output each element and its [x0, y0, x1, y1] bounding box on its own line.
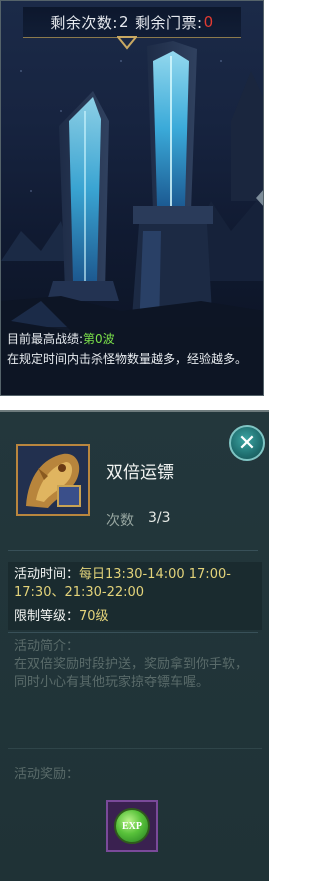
best-record-line: 目前最高战绩:第0波: [7, 331, 257, 347]
attempts-header: 剩余次数: 2 剩余门票: 0: [23, 7, 241, 38]
divider: [8, 550, 258, 551]
activity-title: 双倍运镖: [106, 463, 174, 483]
reward-label: 活动奖励：: [14, 767, 80, 782]
divider: [8, 748, 262, 749]
exp-icon: EXP: [114, 808, 150, 844]
best-record-value: 第0波: [83, 332, 115, 346]
time-label: 活动时间：: [14, 567, 80, 582]
escort-activity-icon: [16, 444, 90, 516]
level-label: 限制等级：: [14, 609, 80, 624]
count-label: 次数: [106, 513, 134, 529]
exp-icon-label: EXP: [122, 820, 142, 832]
intro-text: 在双倍奖励时段护送，奖励拿到你手软，同时小心有其他玩家掠夺镖车喔。: [14, 657, 249, 690]
dragon-artwork: [18, 446, 88, 514]
close-icon: ✕: [237, 430, 257, 456]
count-value: 3/3: [148, 510, 171, 526]
record-info: 目前最高战绩:第0波 在规定时间内击杀怪物数量越多，经验越多。: [1, 327, 263, 395]
tickets-value: 0: [203, 13, 214, 31]
description-text: 在规定时间内击杀怪物数量越多，经验越多。: [7, 352, 248, 366]
intro-label: 活动简介：: [14, 639, 80, 654]
best-record-label: 目前最高战绩:: [7, 332, 84, 346]
level-row: 限制等级：70级: [14, 608, 109, 626]
dungeon-card[interactable]: 剩余次数: 2 剩余门票: 0 目前最高战绩:第0波 在规定时间内击杀怪物数量越…: [0, 0, 264, 396]
activity-card: ✕ 双倍运镖 次数 3/3 活动时间：每日13:30-14:00 17:00-1…: [0, 410, 269, 881]
remaining-value: 2: [118, 13, 129, 31]
tickets-label: 剩余门票:: [135, 13, 203, 32]
close-button[interactable]: ✕: [229, 425, 265, 461]
reward-item-slot[interactable]: EXP: [106, 800, 158, 852]
divider: [8, 632, 258, 633]
chevron-down-icon: [117, 36, 137, 50]
remaining-label: 剩余次数:: [50, 13, 118, 32]
time-row: 活动时间：每日13:30-14:00 17:00-17:30、21:30-22:…: [14, 566, 254, 602]
level-value: 70级: [79, 609, 109, 624]
